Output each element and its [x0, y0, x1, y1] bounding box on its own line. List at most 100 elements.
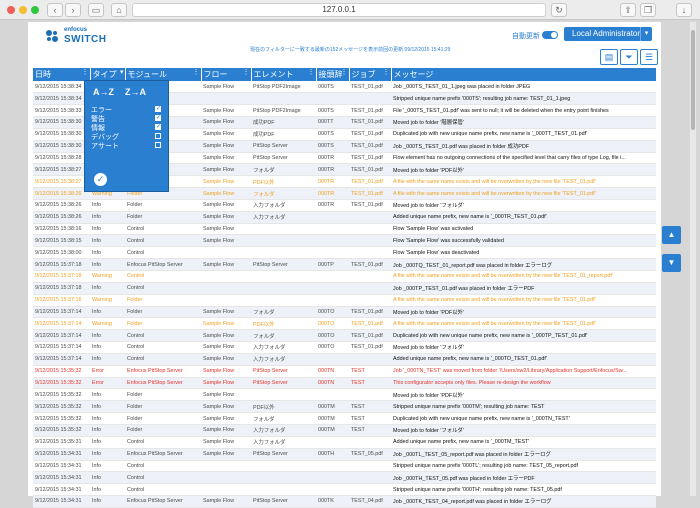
table-row[interactable]: 9/12/2015 15:37:14 Info Control Sample Flow… — [33, 341, 656, 354]
close-window-icon[interactable] — [7, 6, 15, 14]
cell-element — [251, 270, 316, 283]
cell-date: 9/12/2015 15:34:31 — [33, 460, 90, 473]
back-icon[interactable]: ‹ — [47, 3, 63, 17]
url-text: 127.0.0.1 — [322, 5, 356, 14]
column-header-flow[interactable]: フロー ⋮ — [201, 68, 252, 81]
cell-prefix: 000TN — [316, 377, 349, 390]
table-row[interactable]: 9/12/2015 15:34:31 Info Enfocus PitStop Se… — [33, 495, 656, 508]
cell-prefix: 000TS — [316, 128, 349, 141]
table-row[interactable]: 9/12/2015 15:34:31 Info Control Job _000TH_… — [33, 471, 656, 485]
table-row[interactable]: 9/12/2015 15:35:32 Info Folder Sample Flow P… — [33, 400, 656, 414]
user-menu-button[interactable]: Local Administrator ▾ — [564, 27, 652, 41]
table-row[interactable]: 9/12/2015 15:38:26 Info Folder Sample Flow 入… — [33, 211, 656, 224]
filter-option-checkbox[interactable] — [155, 142, 161, 148]
tabs-icon[interactable]: ❐ — [640, 3, 656, 17]
cell-flow: Sample Flow — [201, 81, 251, 94]
cell-prefix: 000TS — [316, 140, 349, 153]
table-row[interactable]: 9/12/2015 15:37:14 Info Control Sample Flow… — [33, 329, 656, 343]
cell-prefix: 000TO — [316, 317, 349, 331]
cell-job — [349, 234, 391, 248]
cell-job: TEST — [349, 412, 391, 425]
url-bar[interactable]: 127.0.0.1 — [132, 3, 546, 17]
export-icon[interactable]: ☰ — [640, 49, 658, 65]
table-row[interactable]: 9/12/2015 15:34:31 Info Control Stripped un… — [33, 483, 656, 497]
filter-option-checkbox[interactable]: ✓ — [155, 106, 161, 112]
cell-element — [251, 471, 316, 485]
table-row[interactable]: 9/12/2015 15:34:31 Info Enfocus PitStop Se… — [33, 448, 656, 461]
table-row[interactable]: 9/12/2015 15:35:32 Error Enfocus PitStop S… — [33, 377, 656, 390]
table-row[interactable]: 9/12/2015 15:37:18 Warning Control A file w… — [33, 270, 656, 283]
chevron-down-icon[interactable]: ▾ — [640, 27, 652, 41]
table-row[interactable]: 9/12/2015 15:35:32 Error Enfocus PitStop S… — [33, 365, 656, 378]
column-header-element[interactable]: エレメント ⋮ — [251, 68, 317, 81]
sidebar-icon[interactable]: ▭ — [88, 3, 104, 17]
sort-descending-button[interactable]: Z→A — [125, 87, 146, 97]
cell-flow — [201, 246, 251, 260]
table-row[interactable]: 9/12/2015 15:35:32 Info Folder Sample Flow M… — [33, 388, 656, 402]
column-menu-icon: ⋮ — [307, 69, 315, 76]
table-row[interactable]: 9/12/2015 15:35:32 Info Folder Sample Flow フ… — [33, 412, 656, 425]
table-row[interactable]: 9/12/2015 15:37:14 Info Control Sample Flow… — [33, 353, 656, 366]
filter-icon[interactable]: ⏷ — [620, 49, 638, 65]
columns-icon[interactable]: ▤ — [600, 49, 618, 65]
column-header-job[interactable]: ジョブ ⋮ — [349, 68, 392, 81]
cell-flow: Sample Flow — [201, 365, 251, 378]
cell-msg: Moved job to folder '階層保管' — [391, 116, 656, 129]
home-icon[interactable]: ⌂ — [111, 3, 127, 17]
cell-module: Control — [125, 282, 201, 295]
page-scrollbar-thumb[interactable] — [691, 30, 695, 130]
share-icon[interactable]: ⇪ — [620, 3, 636, 17]
column-header-message[interactable]: メッセージ — [391, 68, 657, 81]
table-row[interactable]: 9/12/2015 15:38:16 Info Control Sample Flow… — [33, 223, 656, 236]
table-row[interactable]: 9/12/2015 15:37:18 Info Control Job _000TP_… — [33, 282, 656, 295]
cell-element: PitStop Server — [251, 140, 316, 153]
cell-job: TEST_01.pdf — [349, 341, 391, 354]
table-row[interactable]: 9/12/2015 15:34:31 Info Control Stripped un… — [33, 460, 656, 473]
maximize-window-icon[interactable] — [31, 6, 39, 14]
forward-icon[interactable]: › — [65, 3, 81, 17]
filter-option-checkbox[interactable]: ✓ — [155, 124, 161, 130]
cell-type: Info — [90, 460, 125, 473]
cell-flow: Sample Flow — [201, 175, 251, 189]
minimize-window-icon[interactable] — [19, 6, 27, 14]
cell-flow — [201, 92, 251, 106]
table-row[interactable]: 9/12/2015 15:37:18 Info Enfocus PitStop Se… — [33, 258, 656, 271]
cell-prefix: 000TS — [316, 81, 349, 94]
table-row[interactable]: 9/12/2015 15:35:31 Info Control Sample Flow… — [33, 436, 656, 449]
cell-element: 入力フォルダ — [251, 211, 316, 224]
scroll-up-button[interactable]: ▲ — [662, 226, 681, 244]
cell-flow: Sample Flow — [201, 448, 251, 461]
cell-prefix: 000TO — [316, 329, 349, 343]
filter-option-checkbox[interactable] — [155, 133, 161, 139]
cell-module: Enfocus PitStop Server — [125, 377, 201, 390]
switch-web-portal: enfocus SWITCH 自動更新 Local Administrator … — [28, 22, 681, 508]
auto-update-toggle[interactable] — [542, 31, 558, 39]
table-row[interactable]: 9/12/2015 15:37:14 Info Folder Sample Flow フ… — [33, 306, 656, 319]
table-row[interactable]: 9/12/2015 15:37:16 Warning Folder A file wi… — [33, 294, 656, 307]
column-header-date[interactable]: 日時 ⋮ — [33, 68, 91, 81]
download-icon[interactable]: ↓ — [676, 3, 692, 17]
filter-option-checkbox[interactable]: ✓ — [155, 115, 161, 121]
cell-msg: Job _000TK_TEST_04_report.pdf was placed… — [391, 495, 656, 508]
reload-icon[interactable]: ↻ — [551, 3, 567, 17]
cell-prefix: 000TK — [316, 495, 349, 508]
switch-logo: enfocus SWITCH — [44, 26, 114, 48]
cell-prefix — [316, 270, 349, 283]
scroll-down-button[interactable]: ▼ — [662, 254, 681, 272]
table-row[interactable]: 9/12/2015 15:38:26 Info Folder Sample Flow 入… — [33, 199, 656, 212]
table-row[interactable]: 9/12/2015 15:38:15 Info Control Sample Flow… — [33, 234, 656, 248]
cell-prefix: 000TO — [316, 341, 349, 354]
column-menu-icon: ⋮ — [340, 69, 348, 76]
sort-ascending-button[interactable]: A→Z — [93, 87, 114, 97]
cell-date: 9/12/2015 15:38:34 — [33, 81, 90, 94]
cell-job: TEST_01.pdf — [349, 199, 391, 212]
column-header-prefix[interactable]: 接頭辞 ⋮ — [316, 68, 350, 81]
cell-flow: Sample Flow — [201, 353, 251, 366]
table-row[interactable]: 9/12/2015 15:38:00 Info Control Flow 'Sampl… — [33, 246, 656, 260]
apply-filter-button[interactable]: ✓ — [94, 173, 107, 186]
table-row[interactable]: 9/12/2015 15:35:32 Info Folder Sample Flow 入… — [33, 424, 656, 437]
cell-element: PitStop Server — [251, 377, 316, 390]
cell-date: 9/12/2015 15:35:32 — [33, 365, 90, 378]
table-row[interactable]: 9/12/2015 15:37:14 Warning Folder Sample Fl… — [33, 317, 656, 331]
cell-msg: This configurator accepts only files. Pl… — [391, 377, 656, 390]
